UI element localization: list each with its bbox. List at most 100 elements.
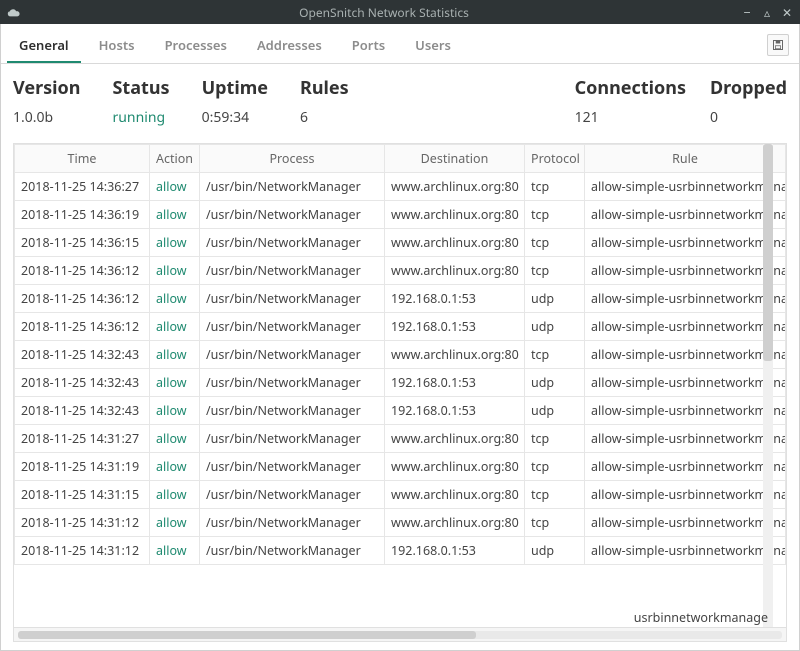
table-row[interactable]: 2018-11-25 14:32:43allow/usr/bin/Network…	[15, 397, 786, 425]
cell-destination: 192.168.0.1:53	[385, 313, 525, 341]
cell-action: allow	[150, 257, 200, 285]
cell-action: allow	[150, 481, 200, 509]
tab-general[interactable]: General	[7, 30, 81, 63]
horizontal-scrollbar[interactable]	[14, 627, 786, 641]
col-header-action[interactable]: Action	[150, 145, 200, 173]
cell-process: /usr/bin/NetworkManager	[200, 369, 385, 397]
save-button[interactable]	[767, 34, 789, 56]
cell-time: 2018-11-25 14:31:27	[15, 425, 150, 453]
cell-protocol: tcp	[525, 257, 585, 285]
vertical-scrollbar-thumb[interactable]	[763, 144, 773, 361]
table-row[interactable]: 2018-11-25 14:31:15allow/usr/bin/Network…	[15, 481, 786, 509]
cell-process: /usr/bin/NetworkManager	[200, 397, 385, 425]
table-row[interactable]: 2018-11-25 14:31:12allow/usr/bin/Network…	[15, 509, 786, 537]
cell-process: /usr/bin/NetworkManager	[200, 201, 385, 229]
window-titlebar: OpenSnitch Network Statistics ‒ ▵ ✕	[0, 0, 800, 24]
table-row[interactable]: 2018-11-25 14:31:19allow/usr/bin/Network…	[15, 453, 786, 481]
cell-action: allow	[150, 509, 200, 537]
cell-rule: allow-simple-usrbinnetworkmanage	[585, 509, 786, 537]
table-row[interactable]: 2018-11-25 14:36:27allow/usr/bin/Network…	[15, 173, 786, 201]
save-icon	[772, 39, 784, 51]
cell-rule: allow-simple-usrbinnetworkmanage	[585, 229, 786, 257]
cell-action: allow	[150, 397, 200, 425]
cell-protocol: tcp	[525, 509, 585, 537]
table-row[interactable]: 2018-11-25 14:31:27allow/usr/bin/Network…	[15, 425, 786, 453]
cell-rule: allow-simple-usrbinnetworkmanage	[585, 201, 786, 229]
tab-hosts[interactable]: Hosts	[87, 30, 147, 63]
cell-time: 2018-11-25 14:31:19	[15, 453, 150, 481]
cell-time: 2018-11-25 14:36:27	[15, 173, 150, 201]
cell-rule: allow-simple-usrbinnetworkmanage	[585, 397, 786, 425]
tab-addresses[interactable]: Addresses	[245, 30, 334, 63]
table-row[interactable]: 2018-11-25 14:36:12allow/usr/bin/Network…	[15, 257, 786, 285]
cell-action: allow	[150, 425, 200, 453]
cell-protocol: udp	[525, 313, 585, 341]
cell-time: 2018-11-25 14:36:12	[15, 313, 150, 341]
maximize-icon[interactable]: ▵	[760, 5, 774, 19]
table-row[interactable]: 2018-11-25 14:32:43allow/usr/bin/Network…	[15, 369, 786, 397]
stat-version-label: Version	[13, 76, 81, 100]
stat-status: Status running	[113, 76, 170, 127]
cell-time: 2018-11-25 14:31:15	[15, 481, 150, 509]
horizontal-scrollbar-thumb[interactable]	[18, 631, 476, 639]
cell-rule: allow-simple-usrbinnetworkmanage	[585, 173, 786, 201]
cell-time: 2018-11-25 14:36:15	[15, 229, 150, 257]
cell-time: 2018-11-25 14:36:12	[15, 257, 150, 285]
tab-ports[interactable]: Ports	[340, 30, 397, 63]
cell-process: /usr/bin/NetworkManager	[200, 285, 385, 313]
cell-action: allow	[150, 173, 200, 201]
cell-destination: www.archlinux.org:80	[385, 173, 525, 201]
table-row[interactable]: 2018-11-25 14:36:12allow/usr/bin/Network…	[15, 313, 786, 341]
col-header-process[interactable]: Process	[200, 145, 385, 173]
stat-connections-label: Connections	[575, 76, 686, 100]
cell-time: 2018-11-25 14:31:12	[15, 509, 150, 537]
tab-users[interactable]: Users	[403, 30, 463, 63]
stat-connections: Connections 121	[575, 76, 686, 127]
cell-rule: allow-simple-usrbinnetworkmanage	[585, 341, 786, 369]
cell-rule: allow-simple-usrbinnetworkmanage	[585, 453, 786, 481]
col-header-rule[interactable]: Rule	[585, 145, 786, 173]
table-row[interactable]: 2018-11-25 14:32:43allow/usr/bin/Network…	[15, 341, 786, 369]
cell-destination: www.archlinux.org:80	[385, 481, 525, 509]
close-icon[interactable]: ✕	[780, 5, 794, 19]
stat-uptime-value: 0:59:34	[202, 108, 268, 127]
table-row[interactable]: 2018-11-25 14:31:12allow/usr/bin/Network…	[15, 537, 786, 565]
vertical-scrollbar[interactable]	[763, 144, 773, 627]
cell-action: allow	[150, 341, 200, 369]
stat-dropped: Dropped 0	[710, 76, 787, 127]
cell-protocol: tcp	[525, 425, 585, 453]
cell-destination: 192.168.0.1:53	[385, 397, 525, 425]
cell-action: allow	[150, 285, 200, 313]
stat-rules-value: 6	[300, 108, 349, 127]
cell-rule: allow-simple-usrbinnetworkmanage	[585, 369, 786, 397]
tab-processes[interactable]: Processes	[153, 30, 239, 63]
cell-time: 2018-11-25 14:32:43	[15, 397, 150, 425]
col-header-time[interactable]: Time	[15, 145, 150, 173]
stat-uptime: Uptime 0:59:34	[202, 76, 268, 127]
stat-rules: Rules 6	[300, 76, 349, 127]
cell-time: 2018-11-25 14:32:43	[15, 341, 150, 369]
cell-process: /usr/bin/NetworkManager	[200, 537, 385, 565]
table-row[interactable]: 2018-11-25 14:36:12allow/usr/bin/Network…	[15, 285, 786, 313]
cell-rule: allow-simple-usrbinnetworkmanage	[585, 537, 786, 565]
minimize-icon[interactable]: ‒	[740, 5, 754, 19]
cell-destination: www.archlinux.org:80	[385, 425, 525, 453]
events-table-scroll[interactable]: Time Action Process Destination Protocol…	[14, 144, 786, 627]
cell-protocol: tcp	[525, 201, 585, 229]
cell-action: allow	[150, 229, 200, 257]
cell-process: /usr/bin/NetworkManager	[200, 509, 385, 537]
app-icon	[6, 5, 20, 19]
col-header-protocol[interactable]: Protocol	[525, 145, 585, 173]
cell-protocol: tcp	[525, 173, 585, 201]
overflow-text: usrbinnetworkmanage	[634, 609, 768, 626]
col-header-destination[interactable]: Destination	[385, 145, 525, 173]
cell-destination: www.archlinux.org:80	[385, 257, 525, 285]
stats-panel: Version 1.0.0b Status running Uptime 0:5…	[1, 64, 799, 143]
cell-rule: allow-simple-usrbinnetworkmanage	[585, 257, 786, 285]
table-row[interactable]: 2018-11-25 14:36:15allow/usr/bin/Network…	[15, 229, 786, 257]
cell-rule: allow-simple-usrbinnetworkmanage	[585, 481, 786, 509]
stat-dropped-label: Dropped	[710, 76, 787, 100]
cell-rule: allow-simple-usrbinnetworkmanage	[585, 425, 786, 453]
cell-protocol: tcp	[525, 453, 585, 481]
table-row[interactable]: 2018-11-25 14:36:19allow/usr/bin/Network…	[15, 201, 786, 229]
